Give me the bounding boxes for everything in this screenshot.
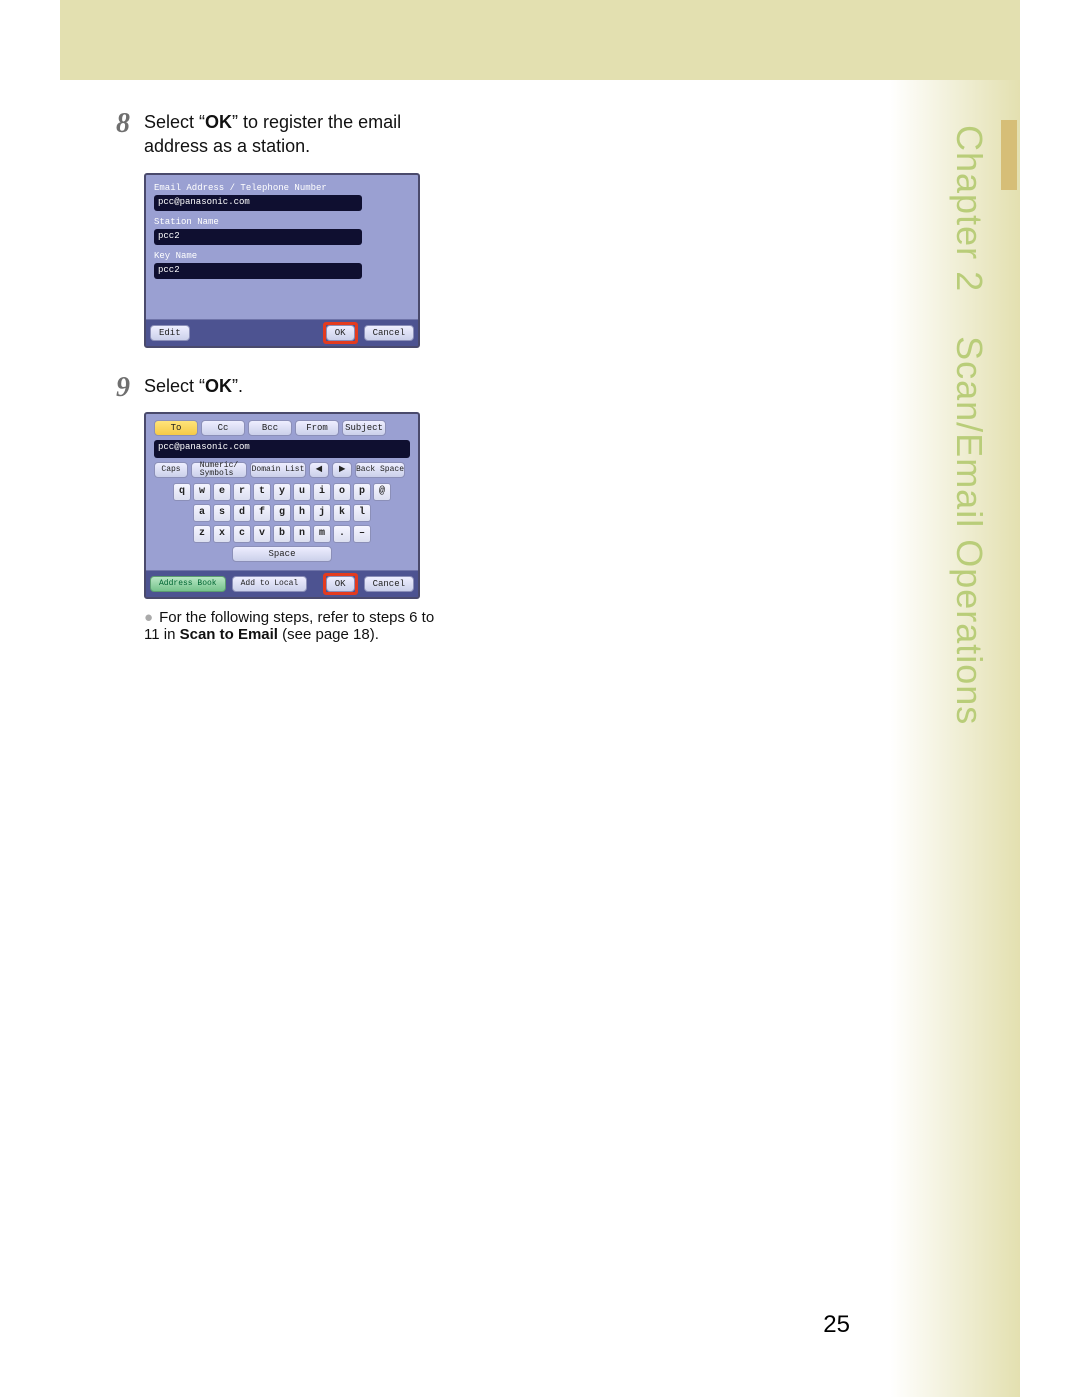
- space-button[interactable]: Space: [232, 546, 332, 562]
- section-label: Scan/Email Operations: [949, 336, 990, 725]
- step-number: 8: [110, 110, 130, 348]
- email-keyboard-screen: To Cc Bcc From Subject pcc@panasonic.com…: [144, 412, 420, 599]
- note-text: (see page 18).: [278, 626, 379, 643]
- cursor-right-button[interactable]: ►: [332, 462, 352, 478]
- caps-button[interactable]: Caps: [154, 462, 188, 478]
- key-z[interactable]: z: [193, 525, 211, 543]
- address-field[interactable]: pcc@panasonic.com: [154, 440, 410, 458]
- station-edit-screen: Email Address / Telephone Number pcc@pan…: [144, 173, 420, 348]
- key-w[interactable]: w: [193, 483, 211, 501]
- edit-button[interactable]: Edit: [150, 325, 190, 341]
- backspace-button[interactable]: Back Space: [355, 462, 405, 478]
- text: ”.: [232, 376, 243, 396]
- text: Select “: [144, 112, 205, 132]
- step-note: ●For the following steps, refer to steps…: [144, 609, 444, 643]
- station-label: Station Name: [154, 217, 410, 227]
- chapter-label: Chapter 2: [949, 125, 990, 292]
- key-n[interactable]: n: [293, 525, 311, 543]
- address-book-button[interactable]: Address Book: [150, 576, 226, 592]
- key-g[interactable]: g: [273, 504, 291, 522]
- text: Select “: [144, 376, 205, 396]
- key-–[interactable]: –: [353, 525, 371, 543]
- tab-from[interactable]: From: [295, 420, 339, 436]
- key-u[interactable]: u: [293, 483, 311, 501]
- key-v[interactable]: v: [253, 525, 271, 543]
- bold-ok: OK: [205, 112, 232, 132]
- key-h[interactable]: h: [293, 504, 311, 522]
- keyboard-row-3: zxcvbnm.–: [154, 524, 410, 544]
- key-c[interactable]: c: [233, 525, 251, 543]
- step-body: Select “OK”. To Cc Bcc From Subject pcc@…: [144, 374, 444, 643]
- email-field[interactable]: pcc@panasonic.com: [154, 195, 362, 211]
- key-@[interactable]: @: [373, 483, 391, 501]
- key-d[interactable]: d: [233, 504, 251, 522]
- step-body: Select “OK” to register the email addres…: [144, 110, 444, 348]
- key-t[interactable]: t: [253, 483, 271, 501]
- keyboard-row-2: asdfghjkl: [154, 503, 410, 523]
- bold-ok: OK: [205, 376, 232, 396]
- key-o[interactable]: o: [333, 483, 351, 501]
- numeric-symbols-button[interactable]: Numeric/ Symbols: [191, 462, 247, 478]
- key-s[interactable]: s: [213, 504, 231, 522]
- tab-to[interactable]: To: [154, 420, 198, 436]
- key-m[interactable]: m: [313, 525, 331, 543]
- ok-highlight: OK: [323, 573, 358, 595]
- ok-button[interactable]: OK: [326, 325, 355, 341]
- step-number: 9: [110, 374, 130, 643]
- tab-cc[interactable]: Cc: [201, 420, 245, 436]
- chapter-side-title: Chapter 2 Scan/Email Operations: [948, 125, 990, 725]
- key-y[interactable]: y: [273, 483, 291, 501]
- email-label: Email Address / Telephone Number: [154, 183, 410, 193]
- note-bold: Scan to Email: [180, 626, 278, 643]
- content-area: 8 Select “OK” to register the email addr…: [110, 110, 750, 1317]
- key-i[interactable]: i: [313, 483, 331, 501]
- ok-highlight: OK: [323, 322, 358, 344]
- step-text: Select “OK”.: [144, 374, 444, 398]
- key-l[interactable]: l: [353, 504, 371, 522]
- step-9: 9 Select “OK”. To Cc Bcc From Subject: [110, 374, 750, 643]
- key-e[interactable]: e: [213, 483, 231, 501]
- key-.[interactable]: .: [333, 525, 351, 543]
- key-a[interactable]: a: [193, 504, 211, 522]
- domain-list-button[interactable]: Domain List: [250, 462, 306, 478]
- bullet-icon: ●: [144, 609, 153, 626]
- key-j[interactable]: j: [313, 504, 331, 522]
- step-text: Select “OK” to register the email addres…: [144, 110, 444, 159]
- key-k[interactable]: k: [333, 504, 351, 522]
- key-r[interactable]: r: [233, 483, 251, 501]
- keyname-label: Key Name: [154, 251, 410, 261]
- tab-bcc[interactable]: Bcc: [248, 420, 292, 436]
- station-field[interactable]: pcc2: [154, 229, 362, 245]
- ok-button[interactable]: OK: [326, 576, 355, 592]
- keyname-field[interactable]: pcc2: [154, 263, 362, 279]
- page-number: 25: [823, 1311, 850, 1339]
- add-to-local-button[interactable]: Add to Local: [232, 576, 308, 592]
- cursor-left-button[interactable]: ◄: [309, 462, 329, 478]
- key-q[interactable]: q: [173, 483, 191, 501]
- key-x[interactable]: x: [213, 525, 231, 543]
- cancel-button[interactable]: Cancel: [364, 576, 414, 592]
- side-accent: [1001, 120, 1017, 190]
- step-8: 8 Select “OK” to register the email addr…: [110, 110, 750, 348]
- key-f[interactable]: f: [253, 504, 271, 522]
- document-page: Chapter 2 Scan/Email Operations 8 Select…: [0, 0, 1080, 1397]
- key-p[interactable]: p: [353, 483, 371, 501]
- top-band: [60, 0, 1020, 80]
- cancel-button[interactable]: Cancel: [364, 325, 414, 341]
- tab-subject[interactable]: Subject: [342, 420, 386, 436]
- keyboard-row-1: qwertyuiop@: [154, 482, 410, 502]
- key-b[interactable]: b: [273, 525, 291, 543]
